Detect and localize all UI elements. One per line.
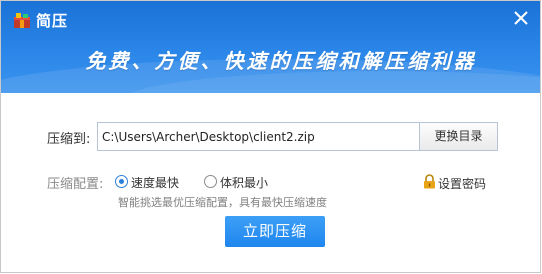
size-smallest-label[interactable]: 体积最小 (220, 174, 268, 191)
header-banner: 简压 免费、方便、快速的压缩和解压缩利器 (1, 1, 540, 93)
compress-now-button[interactable]: 立即压缩 (225, 216, 325, 247)
compress-config-label: 压缩配置: (47, 177, 104, 192)
slogan-text: 免费、方便、快速的压缩和解压缩利器 (85, 49, 477, 73)
change-directory-button[interactable]: 更换目录 (419, 122, 498, 151)
speed-fastest-radio[interactable] (115, 175, 128, 188)
set-password-link[interactable]: 设置密码 (438, 175, 486, 192)
compress-to-label: 压缩到: (47, 132, 91, 147)
main-window: 简压 免费、方便、快速的压缩和解压缩利器 压缩到: 更换目录 压缩配置: 速度最… (0, 0, 541, 273)
lock-icon[interactable] (423, 174, 436, 189)
output-path-input[interactable] (97, 122, 420, 151)
app-title: 简压 (36, 12, 69, 30)
size-smallest-radio[interactable] (204, 175, 217, 188)
close-icon[interactable] (510, 7, 532, 29)
speed-fastest-label[interactable]: 速度最快 (131, 174, 179, 191)
app-icon (14, 13, 30, 28)
config-hint-text: 智能挑选最优压缩配置，具有最快压缩速度 (118, 196, 327, 209)
